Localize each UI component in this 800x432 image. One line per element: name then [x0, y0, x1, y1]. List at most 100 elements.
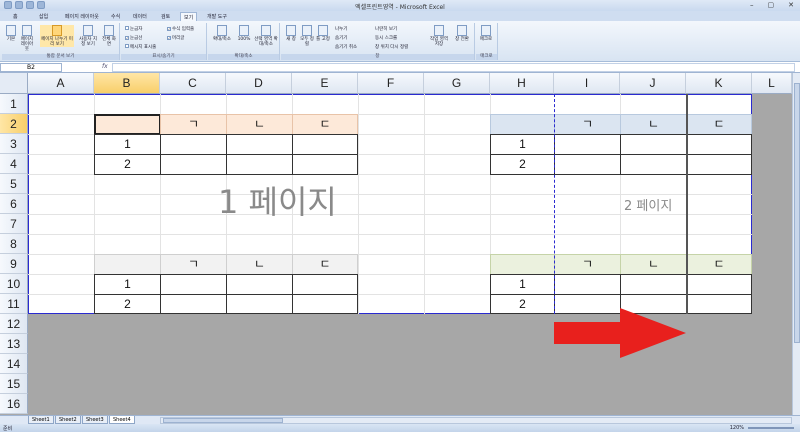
- row-header[interactable]: 2: [0, 114, 28, 134]
- table3-cell[interactable]: [620, 134, 687, 155]
- reset-window-position-button[interactable]: 창 위치 다시 정렬: [375, 44, 408, 50]
- unhide-button[interactable]: 숨기기 취소: [335, 44, 357, 50]
- table2-cell[interactable]: [160, 294, 227, 314]
- formula-input[interactable]: [112, 63, 795, 72]
- sheet-tab-active[interactable]: Sheet4: [109, 416, 135, 424]
- table4-header-cell[interactable]: ㄷ: [686, 254, 752, 275]
- row-header[interactable]: 16: [0, 394, 28, 414]
- column-header-b[interactable]: B: [94, 73, 160, 94]
- table1-row-number[interactable]: 2: [94, 154, 161, 175]
- name-box[interactable]: B2: [0, 63, 62, 72]
- tab-review[interactable]: 검토: [158, 12, 173, 21]
- table1-header-cell[interactable]: ㄴ: [226, 114, 293, 135]
- table3-cell[interactable]: [686, 154, 752, 175]
- minimize-button[interactable]: –: [750, 1, 754, 9]
- tab-developer[interactable]: 개발 도구: [204, 12, 230, 21]
- normal-view-button[interactable]: 기본: [4, 25, 18, 42]
- table3-header-cell[interactable]: ㄱ: [554, 114, 621, 135]
- table2-cell[interactable]: [292, 294, 358, 314]
- page-break-dashed-line[interactable]: [554, 94, 555, 314]
- zoom-100-button[interactable]: 100%: [236, 25, 252, 42]
- message-bar-checkbox[interactable]: 메시지 표시줄: [125, 44, 156, 50]
- table2-cell[interactable]: [226, 274, 293, 295]
- zoom-slider[interactable]: [748, 427, 794, 429]
- table1-cell[interactable]: [292, 154, 358, 175]
- select-all-corner[interactable]: [0, 73, 28, 94]
- table2-cell[interactable]: [292, 274, 358, 295]
- table4-header-cell[interactable]: ㄱ: [554, 254, 621, 275]
- custom-views-button[interactable]: 사용자 지정 보기: [78, 25, 98, 47]
- row-header[interactable]: 8: [0, 234, 28, 254]
- gridlines-checkbox[interactable]: ✓눈금선: [125, 35, 142, 41]
- close-button[interactable]: ✕: [788, 1, 794, 9]
- table4-header-cell[interactable]: ㄴ: [620, 254, 687, 275]
- table1-header-corner[interactable]: [94, 114, 161, 135]
- column-header-h[interactable]: H: [490, 73, 554, 94]
- tab-view[interactable]: 보기: [180, 12, 198, 21]
- arrange-all-button[interactable]: 모두 정렬: [300, 25, 314, 47]
- table4-cell[interactable]: [554, 274, 621, 295]
- page-break-solid-line[interactable]: [686, 94, 688, 314]
- side-by-side-button[interactable]: 나란히 보기: [375, 26, 397, 32]
- vertical-scroll-thumb[interactable]: [794, 83, 800, 343]
- row-header[interactable]: 9: [0, 254, 28, 274]
- table3-header-corner[interactable]: [490, 114, 555, 135]
- page-break-preview-button[interactable]: 페이지 나누기 미리 보기: [40, 25, 74, 47]
- table2-header-cell[interactable]: ㄷ: [292, 254, 358, 275]
- sheet-tab[interactable]: Sheet2: [55, 416, 81, 424]
- table2-header-corner[interactable]: [94, 254, 161, 275]
- column-header-d[interactable]: D: [226, 73, 292, 94]
- table3-row-number[interactable]: 2: [490, 154, 555, 175]
- column-header-j[interactable]: J: [620, 73, 686, 94]
- table1-cell[interactable]: [226, 154, 293, 175]
- horizontal-scroll-thumb[interactable]: [163, 418, 283, 423]
- table4-cell[interactable]: [686, 274, 752, 295]
- sheet-tab[interactable]: Sheet1: [28, 416, 54, 424]
- sync-scroll-button[interactable]: 동시 스크롤: [375, 35, 397, 41]
- column-header-i[interactable]: I: [554, 73, 620, 94]
- tab-page-layout[interactable]: 페이지 레이아웃: [62, 12, 102, 21]
- row-header[interactable]: 1: [0, 94, 28, 114]
- table3-header-cell[interactable]: ㄴ: [620, 114, 687, 135]
- table2-header-cell[interactable]: ㄴ: [226, 254, 293, 275]
- row-header[interactable]: 12: [0, 314, 28, 334]
- table3-cell[interactable]: [554, 154, 621, 175]
- tab-data[interactable]: 데이터: [130, 12, 150, 21]
- page-layout-view-button[interactable]: 페이지 레이아웃: [20, 25, 34, 52]
- macros-button[interactable]: 매크로: [479, 25, 493, 42]
- horizontal-scrollbar[interactable]: [160, 417, 792, 424]
- column-header-c[interactable]: C: [160, 73, 226, 94]
- table3-cell[interactable]: [554, 134, 621, 155]
- table1-cell[interactable]: [292, 134, 358, 155]
- hide-button[interactable]: 숨기기: [335, 35, 347, 41]
- table1-cell[interactable]: [226, 134, 293, 155]
- table4-cell[interactable]: [620, 274, 687, 295]
- vertical-scrollbar[interactable]: [792, 73, 800, 415]
- switch-windows-button[interactable]: 창 전환: [453, 25, 471, 42]
- column-header-f[interactable]: F: [358, 73, 424, 94]
- table2-row-number[interactable]: 2: [94, 294, 161, 314]
- tab-formulas[interactable]: 수식: [108, 12, 123, 21]
- row-header[interactable]: 10: [0, 274, 28, 294]
- freeze-panes-button[interactable]: 틀 고정: [316, 25, 330, 42]
- column-header-a[interactable]: A: [28, 73, 94, 94]
- row-header[interactable]: 3: [0, 134, 28, 154]
- row-header[interactable]: 7: [0, 214, 28, 234]
- column-header-g[interactable]: G: [424, 73, 490, 94]
- table3-cell[interactable]: [686, 134, 752, 155]
- row-header[interactable]: 13: [0, 334, 28, 354]
- table2-cell[interactable]: [160, 274, 227, 295]
- table3-cell[interactable]: [620, 154, 687, 175]
- table4-cell[interactable]: [686, 294, 752, 314]
- row-header[interactable]: 15: [0, 374, 28, 394]
- table4-row-number[interactable]: 1: [490, 274, 555, 295]
- zoom-level[interactable]: 120%: [730, 425, 744, 431]
- column-header-l[interactable]: L: [752, 73, 792, 94]
- table4-header-corner[interactable]: [490, 254, 555, 275]
- table2-header-cell[interactable]: ㄱ: [160, 254, 227, 275]
- table1-header-cell[interactable]: ㄷ: [292, 114, 358, 135]
- table1-header-cell[interactable]: ㄱ: [160, 114, 227, 135]
- table1-cell[interactable]: [160, 154, 227, 175]
- table3-header-cell[interactable]: ㄷ: [686, 114, 752, 135]
- save-workspace-button[interactable]: 작업 영역 저장: [429, 25, 449, 47]
